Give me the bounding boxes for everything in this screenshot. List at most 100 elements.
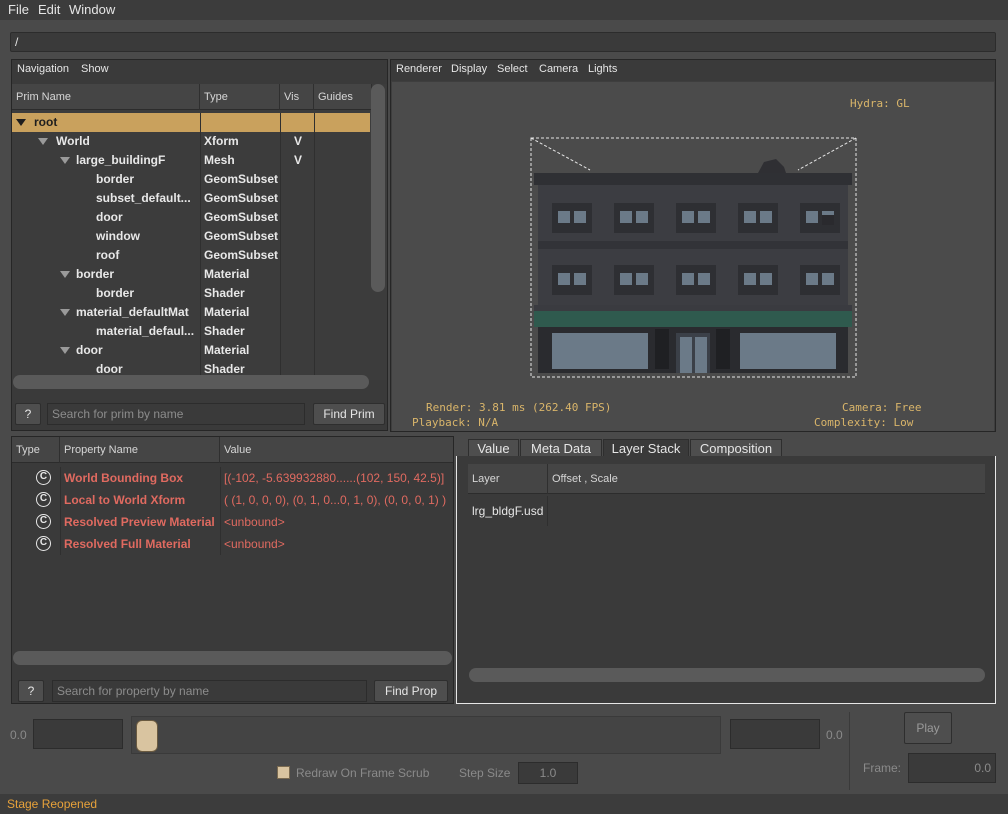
prim-name: large_buildingF — [76, 153, 166, 167]
menu-window[interactable]: Window — [69, 2, 115, 17]
property-help-button[interactable]: ? — [18, 680, 44, 702]
prim-row[interactable]: material_defaultMat Material — [12, 303, 370, 322]
column-divider — [280, 284, 281, 303]
prim-row[interactable]: border Material — [12, 265, 370, 284]
property-panel: Type Property Name Value C World Bounding… — [11, 436, 454, 704]
layer-panel: Value Meta Data Layer Stack Composition … — [456, 436, 996, 704]
property-row[interactable]: C World Bounding Box [(-102, -5.639932880.… — [12, 467, 453, 489]
frame-slider[interactable] — [131, 716, 721, 754]
layer-row-name[interactable]: lrg_bldgF.usd — [468, 496, 548, 526]
start-frame-field[interactable] — [33, 719, 123, 749]
column-divider — [200, 341, 201, 360]
prim-type: GeomSubset — [204, 248, 279, 262]
menu-edit[interactable]: Edit — [38, 2, 60, 17]
expand-triangle-icon[interactable] — [60, 151, 76, 170]
find-prop-button[interactable]: Find Prop — [374, 680, 448, 702]
col-layer[interactable]: Layer — [468, 464, 548, 494]
prim-row[interactable]: World Xform V — [12, 132, 370, 151]
prim-row[interactable]: subset_default... GeomSubset — [12, 189, 370, 208]
hud-playback: Playback: N/A — [412, 416, 499, 429]
column-divider — [60, 533, 61, 555]
column-divider — [220, 489, 221, 511]
col-offset-scale[interactable]: Offset , Scale — [548, 464, 748, 494]
viewport-canvas[interactable]: Hydra: GL Render: 3.81 ms (262.40 FPS) P… — [392, 82, 994, 431]
column-divider — [200, 303, 201, 322]
menu-select[interactable]: Select — [497, 63, 528, 75]
col-vis[interactable]: Vis — [280, 84, 314, 110]
column-divider — [280, 303, 281, 322]
column-divider — [280, 246, 281, 265]
prim-name: World — [56, 134, 90, 148]
property-search-input[interactable]: Search for property by name — [52, 680, 367, 702]
column-divider — [280, 189, 281, 208]
menu-file[interactable]: File — [8, 2, 29, 17]
menu-lights[interactable]: Lights — [588, 63, 617, 75]
prim-row[interactable]: material_defaul... Shader — [12, 322, 370, 341]
column-divider — [314, 246, 315, 265]
property-row[interactable]: C Resolved Full Material <unbound> — [12, 533, 453, 555]
expand-triangle-icon[interactable] — [60, 303, 76, 322]
find-prim-button[interactable]: Find Prim — [313, 403, 385, 425]
property-header: Type Property Name Value — [12, 437, 453, 463]
building-render — [530, 137, 857, 378]
column-divider — [200, 189, 201, 208]
col-property-name[interactable]: Property Name — [60, 437, 220, 463]
layer-stack-view: Layer Offset , Scale lrg_bldgF.usd — [456, 456, 996, 704]
prim-row[interactable]: window GeomSubset — [12, 227, 370, 246]
menu-navigation[interactable]: Navigation — [17, 63, 69, 75]
end-frame-label: 0.0 — [826, 728, 843, 742]
prim-name: root — [34, 115, 58, 129]
layer-header: Layer Offset , Scale — [468, 464, 985, 494]
column-divider — [280, 132, 281, 151]
property-row[interactable]: C Local to World Xform ( (1, 0, 0, 0), (0,… — [12, 489, 453, 511]
prim-search-input[interactable]: Search for prim by name — [47, 403, 305, 425]
menu-renderer[interactable]: Renderer — [396, 63, 442, 75]
step-size-field[interactable]: 1.0 — [518, 762, 578, 784]
menu-camera[interactable]: Camera — [539, 63, 578, 75]
col-type[interactable]: Type — [200, 84, 280, 110]
computed-property-icon: C — [36, 470, 51, 485]
prim-row[interactable]: root — [12, 113, 370, 132]
viewport-menubar: Renderer Display Select Camera Lights — [391, 60, 995, 81]
col-guides[interactable]: Guides — [314, 84, 372, 110]
prim-type: Mesh — [204, 153, 235, 167]
frame-slider-handle[interactable] — [136, 720, 158, 752]
property-row[interactable]: C Resolved Preview Material <unbound> — [12, 511, 453, 533]
expand-triangle-icon[interactable] — [38, 132, 54, 151]
prim-name: border — [76, 267, 115, 281]
property-name: Resolved Preview Material — [64, 515, 215, 529]
column-divider — [200, 246, 201, 265]
col-prim-name[interactable]: Prim Name — [12, 84, 200, 110]
redraw-checkbox[interactable] — [277, 766, 290, 779]
prim-type: Material — [204, 267, 250, 281]
column-divider — [314, 151, 315, 170]
expand-triangle-icon[interactable] — [16, 113, 32, 132]
col-value[interactable]: Value — [220, 437, 453, 463]
end-frame-field[interactable] — [730, 719, 820, 749]
prim-help-button[interactable]: ? — [15, 403, 41, 425]
menu-display[interactable]: Display — [451, 63, 487, 75]
prim-row[interactable]: border Shader — [12, 284, 370, 303]
prim-tree-hscroll[interactable] — [13, 375, 369, 389]
prim-type: GeomSubset — [204, 229, 279, 243]
column-divider — [200, 113, 201, 132]
prim-row[interactable]: door Material — [12, 341, 370, 360]
layer-hscroll[interactable] — [469, 668, 985, 682]
expand-triangle-icon[interactable] — [60, 341, 76, 360]
col-prop-type[interactable]: Type — [12, 437, 60, 463]
menu-show[interactable]: Show — [81, 63, 109, 75]
prim-tree-vscroll[interactable] — [371, 84, 385, 292]
prim-path-field[interactable]: / — [10, 32, 996, 52]
prim-row[interactable]: door GeomSubset — [12, 208, 370, 227]
frame-field[interactable]: 0.0 — [908, 753, 996, 783]
prim-type: Shader — [204, 286, 245, 300]
column-divider — [314, 113, 315, 132]
prim-row[interactable]: roof GeomSubset — [12, 246, 370, 265]
expand-triangle-icon[interactable] — [60, 265, 76, 284]
prim-row[interactable]: border GeomSubset — [12, 170, 370, 189]
play-button[interactable]: Play — [904, 712, 952, 744]
prim-row[interactable]: large_buildingF Mesh V — [12, 151, 370, 170]
prim-vis-toggle[interactable]: V — [294, 132, 302, 151]
prim-vis-toggle[interactable]: V — [294, 151, 302, 170]
property-hscroll[interactable] — [13, 651, 452, 665]
